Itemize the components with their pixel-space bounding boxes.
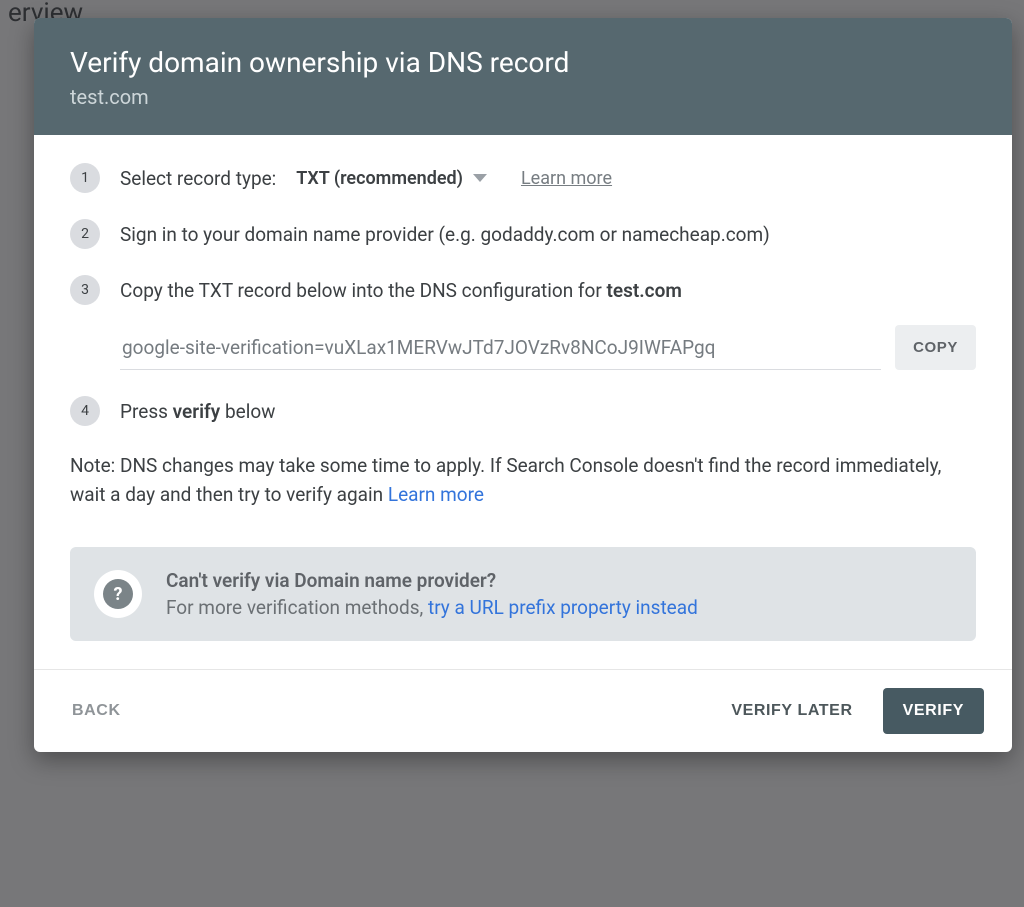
verify-ownership-dialog: Verify domain ownership via DNS record t… bbox=[34, 18, 1012, 752]
dialog-actions: BACK VERIFY LATER VERIFY bbox=[34, 669, 1012, 752]
learn-more-link[interactable]: Learn more bbox=[521, 168, 612, 189]
step-1-content: Select record type: TXT (recommended) Le… bbox=[120, 166, 612, 191]
step-2-text: Sign in to your domain name provider (e.… bbox=[120, 223, 770, 246]
verify-later-button[interactable]: VERIFY LATER bbox=[721, 692, 862, 730]
dialog-domain: test.com bbox=[70, 85, 976, 109]
alternative-verification-card: ? Can't verify via Domain name provider?… bbox=[70, 547, 976, 641]
step-number: 4 bbox=[70, 396, 100, 426]
step-4-prefix: Press bbox=[120, 400, 173, 423]
help-icon: ? bbox=[94, 570, 142, 618]
dialog-body: 1 Select record type: TXT (recommended) … bbox=[34, 135, 1012, 669]
step-4-text: Press verify below bbox=[120, 400, 275, 423]
step-4-bold: verify bbox=[173, 400, 221, 423]
step-1: 1 Select record type: TXT (recommended) … bbox=[70, 163, 976, 193]
dns-note-text: Note: DNS changes may take some time to … bbox=[70, 454, 941, 506]
step-1-label: Select record type: bbox=[120, 167, 276, 190]
step-2: 2 Sign in to your domain name provider (… bbox=[70, 219, 976, 249]
step-4-suffix: below bbox=[220, 400, 275, 423]
step-number: 3 bbox=[70, 275, 100, 305]
dialog-title: Verify domain ownership via DNS record bbox=[70, 46, 976, 79]
step-number: 2 bbox=[70, 219, 100, 249]
dialog-header: Verify domain ownership via DNS record t… bbox=[34, 18, 1012, 135]
back-button[interactable]: BACK bbox=[62, 692, 131, 730]
alt-card-text: Can't verify via Domain name provider? F… bbox=[166, 569, 698, 619]
step-3: 3 Copy the TXT record below into the DNS… bbox=[70, 275, 976, 305]
url-prefix-link[interactable]: try a URL prefix property instead bbox=[428, 596, 698, 619]
dns-note: Note: DNS changes may take some time to … bbox=[70, 452, 976, 509]
record-type-selected-value: TXT (recommended) bbox=[296, 168, 463, 189]
alt-card-subtitle: For more verification methods, try a URL… bbox=[166, 596, 698, 619]
copy-button[interactable]: COPY bbox=[895, 325, 976, 370]
step-3-text: Copy the TXT record below into the DNS c… bbox=[120, 279, 682, 302]
dns-note-learn-more-link[interactable]: Learn more bbox=[388, 483, 484, 506]
chevron-down-icon bbox=[473, 174, 487, 182]
question-mark-icon: ? bbox=[103, 579, 133, 609]
step-4: 4 Press verify below bbox=[70, 396, 976, 426]
step-3-domain: test.com bbox=[607, 279, 682, 302]
txt-record-value[interactable]: google-site-verification=vuXLax1MERVwJTd… bbox=[120, 326, 881, 370]
alt-card-title: Can't verify via Domain name provider? bbox=[166, 569, 698, 592]
step-number: 1 bbox=[70, 163, 100, 193]
verify-button[interactable]: VERIFY bbox=[883, 688, 984, 734]
txt-record-row: google-site-verification=vuXLax1MERVwJTd… bbox=[120, 325, 976, 370]
step-3-prefix: Copy the TXT record below into the DNS c… bbox=[120, 279, 607, 302]
record-type-dropdown[interactable]: TXT (recommended) bbox=[290, 166, 493, 191]
alt-subtitle-prefix: For more verification methods, bbox=[166, 596, 428, 619]
